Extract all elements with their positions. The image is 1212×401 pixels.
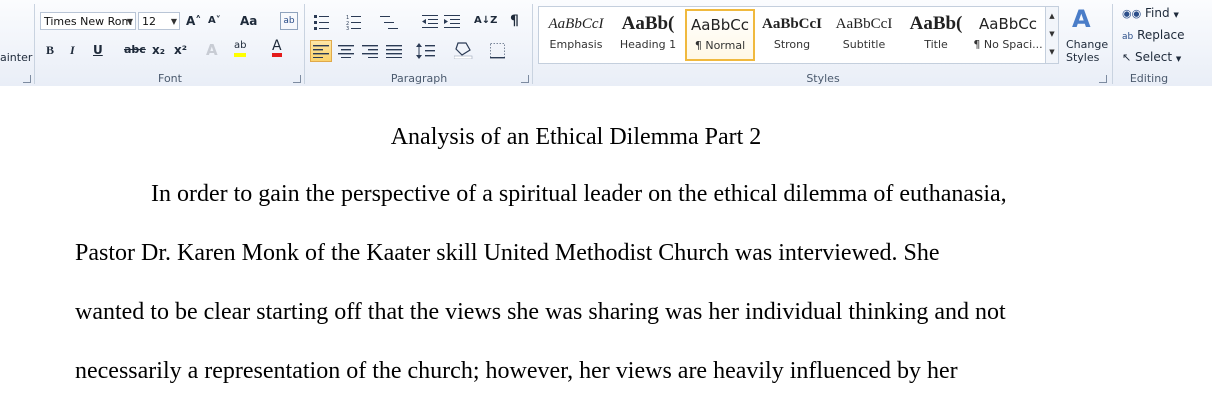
shading-icon[interactable] [454, 41, 476, 59]
find-button[interactable]: ◉◉ Find ▼ [1122, 6, 1179, 20]
clear-formatting-icon[interactable]: ab [280, 12, 298, 30]
font-group-label: Font [158, 72, 182, 85]
styles-launcher-icon[interactable] [1099, 75, 1107, 83]
justify-icon[interactable] [386, 44, 402, 58]
italic-button[interactable]: I [70, 41, 75, 59]
strikethrough-button[interactable]: abc [124, 41, 146, 59]
font-name-combo[interactable]: Times New Rom ▼ [40, 12, 136, 30]
clipboard-launcher-icon[interactable] [23, 75, 31, 83]
text-highlight-button[interactable]: ab [234, 39, 247, 57]
align-left-button[interactable] [310, 40, 332, 62]
font-name-value: Times New Rom [44, 15, 133, 28]
styles-group-label-wrap: Styles [536, 0, 1110, 86]
paragraph-group: 1 2 3 A↓Z ¶ Paragraph [306, 0, 532, 86]
cursor-arrow-icon: ↖ [1122, 51, 1132, 64]
document-page[interactable]: Analysis of an Ethical Dilemma Part 2 In… [0, 86, 1212, 401]
paragraph-group-label: Paragraph [390, 72, 448, 85]
replace-icon: ab [1122, 32, 1134, 42]
svg-text:3: 3 [346, 26, 349, 30]
bold-button[interactable]: B [46, 41, 54, 59]
chevron-down-icon: ▼ [1175, 55, 1182, 63]
replace-button[interactable]: ab Replace [1122, 28, 1185, 42]
document-title: Analysis of an Ethical Dilemma Part 2 [390, 124, 762, 150]
chevron-down-icon: ▼ [126, 17, 133, 26]
select-button[interactable]: ↖ Select ▼ [1122, 50, 1181, 64]
group-separator [1112, 4, 1113, 84]
multilevel-list-icon[interactable] [380, 14, 402, 30]
align-left-icon [313, 45, 329, 59]
underline-button[interactable]: U [93, 41, 103, 59]
document-line: In order to gain the perspective of a sp… [151, 181, 1007, 207]
binoculars-icon: ◉◉ [1122, 7, 1142, 20]
document-line: Pastor Dr. Karen Monk of the Kaater skil… [75, 240, 940, 266]
font-group: Times New Rom ▼ 12 ▼ A˄ A˅ Aa ab B I U a… [36, 0, 304, 86]
format-painter-button[interactable]: ainter [0, 49, 32, 67]
document-line: necessarily a representation of the chur… [75, 358, 958, 384]
show-formatting-button[interactable]: ¶ [510, 12, 519, 30]
change-case-button[interactable]: Aa [240, 12, 257, 30]
decrease-indent-icon[interactable] [422, 14, 440, 30]
font-size-value: 12 [142, 15, 156, 28]
select-label: Select [1135, 50, 1173, 64]
increase-indent-icon[interactable] [444, 14, 462, 30]
find-label: Find [1145, 6, 1170, 20]
shrink-font-button[interactable]: A˅ [208, 12, 221, 30]
text-effects-button[interactable]: A [206, 41, 218, 59]
chevron-down-icon: ▼ [1173, 11, 1179, 19]
line-spacing-icon[interactable] [416, 43, 438, 59]
numbering-icon[interactable]: 1 2 3 [346, 14, 368, 30]
ribbon: ainter Times New Rom ▼ 12 ▼ A˄ A˅ Aa ab … [0, 0, 1212, 87]
group-separator [34, 4, 35, 84]
group-separator [532, 4, 533, 84]
bullets-icon[interactable] [314, 14, 336, 30]
subscript-button[interactable]: x₂ [152, 41, 165, 59]
font-launcher-icon[interactable] [293, 75, 301, 83]
align-center-icon[interactable] [338, 44, 354, 58]
document-line: wanted to be clear starting off that the… [75, 299, 1006, 325]
font-size-combo[interactable]: 12 ▼ [138, 12, 180, 30]
grow-font-button[interactable]: A˄ [186, 12, 201, 30]
styles-group-label: Styles [806, 72, 840, 85]
clipboard-group: ainter [0, 0, 34, 86]
chevron-down-icon: ▼ [170, 17, 177, 26]
font-color-button[interactable]: A [272, 39, 282, 57]
replace-label: Replace [1137, 28, 1185, 42]
editing-group-label: Editing [1129, 72, 1169, 85]
align-right-icon[interactable] [362, 44, 378, 58]
borders-icon[interactable] [490, 43, 506, 59]
superscript-button[interactable]: x² [174, 41, 187, 59]
sort-button[interactable]: A↓Z [474, 12, 497, 30]
group-separator [304, 4, 305, 84]
paragraph-launcher-icon[interactable] [521, 75, 529, 83]
